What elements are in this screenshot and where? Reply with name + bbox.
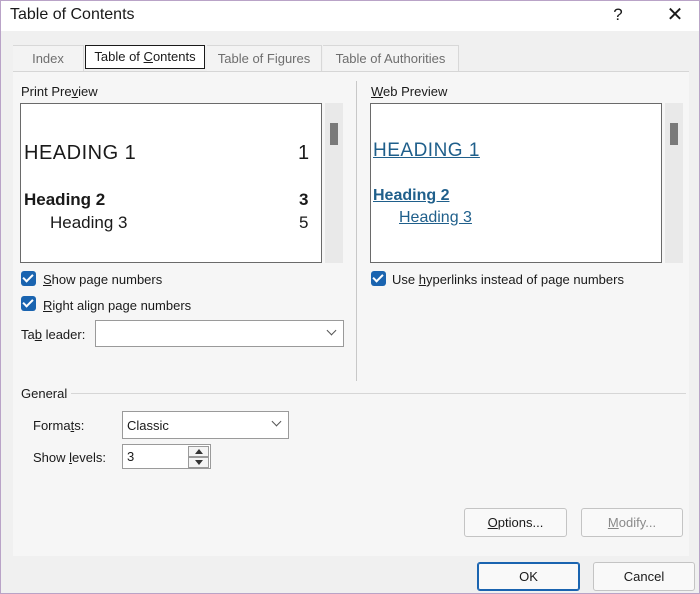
print-page-3: 5 [299, 213, 309, 232]
tab-table-of-authorities[interactable]: Table of Authorities [323, 45, 459, 71]
column-divider [356, 81, 357, 381]
stepper-buttons [188, 446, 209, 468]
arrow-up-icon [195, 449, 203, 454]
tab-index[interactable]: Index [13, 45, 84, 71]
cancel-button[interactable]: Cancel [593, 562, 695, 591]
tab-table-of-contents[interactable]: Table of Contents [85, 45, 205, 69]
print-heading-1: HEADING 1 [24, 142, 137, 164]
close-icon[interactable]: ✕ [663, 4, 687, 28]
print-preview-label: Print Preview [21, 84, 98, 99]
right-align-checkbox[interactable] [21, 296, 36, 311]
chevron-down-icon [271, 416, 282, 427]
print-heading-2: Heading 2 [24, 190, 106, 209]
general-divider [71, 393, 686, 394]
formats-value: Classic [127, 418, 169, 433]
web-heading-1[interactable]: HEADING 1 [373, 140, 480, 162]
use-hyperlinks-label: Use hyperlinks instead of page numbers [392, 272, 624, 287]
show-levels-value[interactable]: 3 [127, 449, 134, 464]
tab-table-of-figures[interactable]: Table of Figures [207, 45, 322, 71]
web-preview-scroll-thumb[interactable] [670, 123, 678, 145]
chevron-down-icon [326, 325, 337, 336]
print-preview-scroll-thumb[interactable] [330, 123, 338, 145]
formats-label: Formats: [33, 418, 85, 433]
tab-leader-select[interactable] [95, 320, 344, 347]
modify-button[interactable]: Modify... [581, 508, 683, 537]
show-page-numbers-label: Show page numbers [43, 272, 163, 287]
print-preview-box: HEADING 1 1 Heading 2 3 Heading 3 5 [20, 103, 322, 263]
print-heading-3: Heading 3 [50, 213, 128, 232]
print-page-2: 3 [299, 190, 309, 209]
web-preview-label: Web Preview [371, 84, 448, 99]
stepper-up-button[interactable] [188, 446, 209, 457]
general-label: General [21, 386, 68, 401]
title-bar: Table of Contents ? ✕ [1, 1, 699, 31]
show-levels-stepper[interactable]: 3 [122, 444, 211, 469]
print-page-1: 1 [298, 142, 310, 164]
web-heading-2[interactable]: Heading 2 [373, 187, 449, 205]
toc-dialog: Table of Contents ? ✕ Index Table of Con… [0, 0, 700, 594]
print-preview-scrollbar[interactable] [325, 103, 343, 263]
web-preview-box: HEADING 1 Heading 2 Heading 3 [370, 103, 662, 263]
use-hyperlinks-checkbox[interactable] [371, 271, 386, 286]
options-button[interactable]: Options... [464, 508, 567, 537]
dialog-title: Table of Contents [10, 6, 135, 23]
help-icon[interactable]: ? [606, 4, 630, 28]
formats-select[interactable]: Classic [122, 411, 289, 439]
show-page-numbers-checkbox[interactable] [21, 271, 36, 286]
stepper-down-button[interactable] [188, 457, 209, 468]
web-heading-3[interactable]: Heading 3 [399, 209, 472, 227]
ok-button[interactable]: OK [477, 562, 580, 591]
tab-leader-label: Tab leader: [21, 327, 86, 342]
arrow-down-icon [195, 460, 203, 465]
show-levels-label: Show levels: [33, 450, 106, 465]
web-preview-scrollbar[interactable] [665, 103, 683, 263]
right-align-label: Right align page numbers [43, 298, 192, 313]
